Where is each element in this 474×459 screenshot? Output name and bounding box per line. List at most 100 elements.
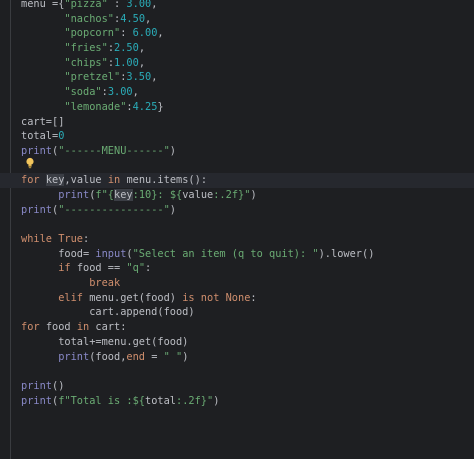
code-line[interactable] [21,364,474,379]
code-token: 3.50 [126,71,152,84]
code-token: input [95,247,127,260]
code-line[interactable]: print(f"{key:10}: ${value:.2f}") [21,188,474,203]
code-line[interactable]: print("------MENU------") [21,144,474,159]
code-line[interactable]: print(food,end = " ") [21,350,474,365]
code-token: for [21,174,46,187]
code-line[interactable]: cart.append(food) [21,305,474,320]
code-token: in [107,174,127,187]
code-line[interactable]: cart=[] [21,115,474,130]
code-token: 2.50 [114,42,139,55]
code-line[interactable] [21,159,474,174]
code-token: : [120,27,133,40]
code-token: food == [76,262,127,275]
code-token: : [83,233,90,245]
code-line[interactable]: print("----------------") [21,203,474,218]
code-token: "soda" [64,86,102,99]
code-token: menu.get(food) [89,291,183,304]
code-line[interactable]: break [21,276,474,291]
code-line[interactable]: "chips":1.00, [21,56,474,71]
code-token: print [21,203,52,216]
code-token: :.2f}" [213,188,251,201]
code-token: food= [21,247,96,260]
code-token: elif [58,291,90,304]
code-line[interactable]: for key,value in menu.items(): [0,173,474,188]
code-token: "pretzel" [64,71,121,84]
code-line[interactable]: "pretzel":3.50, [21,70,474,85]
code-token: if [58,262,77,275]
code-token: 4.50 [120,12,146,25]
code-token: , [151,0,158,10]
code-line[interactable] [21,217,474,232]
code-token: : [107,0,127,10]
gutter-divider [10,0,11,459]
code-token: key [45,174,65,187]
code-token: print [21,394,52,407]
code-token: (food, [89,350,127,363]
code-token: print [58,188,90,201]
code-token: , [151,71,158,84]
code-token: cart=[] [21,115,65,128]
code-token: "----------------" [58,203,170,216]
code-line[interactable]: "fries":2.50, [21,41,474,56]
code-line[interactable]: total=0 [21,129,474,144]
code-token: break [89,277,121,290]
code-token: while [21,233,59,245]
code-token: "popcorn" [64,27,121,40]
code-token: , [138,42,146,55]
code-token: total [145,394,176,407]
code-line[interactable]: print(f"Total is :${total:.2f}") [21,394,474,409]
code-token: value [182,188,214,201]
code-token: ) [213,394,220,407]
code-token: 1.00 [114,56,139,69]
code-token: 3.00 [126,0,152,10]
code-token: "pizza" [64,0,108,10]
code-token: print [21,144,52,157]
code-line[interactable]: print() [21,379,474,394]
code-token: menu ={ [21,0,65,10]
code-line[interactable]: for food in cart: [21,320,474,335]
code-token: "nachos" [64,12,115,25]
code-token: ).lower() [318,247,375,260]
code-token: f"{ [95,188,115,201]
code-token: print [21,379,52,392]
code-line[interactable]: menu ={"pizza" : 3.00, [21,0,474,12]
code-line[interactable]: total+=menu.get(food) [21,335,474,350]
code-token: "Select an item (q to quit): " [132,247,319,260]
code-editor[interactable]: menu ={"pizza" : 3.00, "nachos":4.50, "p… [0,0,474,459]
code-line[interactable]: food= input("Select an item (q to quit):… [21,247,474,262]
code-token: None [225,291,251,304]
code-token: ) [250,188,257,201]
code-token: print [58,350,90,363]
code-area[interactable]: menu ={"pizza" : 3.00, "nachos":4.50, "p… [0,0,474,409]
code-token: , [138,56,146,69]
code-line[interactable]: if food == "q": [21,261,474,276]
code-line[interactable]: "nachos":4.50, [21,12,474,27]
code-line[interactable]: "popcorn": 6.00, [21,26,474,41]
code-token: key [114,188,133,201]
code-token: } [157,100,164,113]
code-token: :.2f}" [176,394,214,407]
intention-bulb-icon[interactable] [25,157,35,169]
code-token: cart: [95,321,127,334]
code-token: "lemonade" [64,100,127,113]
code-token: True [58,233,84,245]
code-token: total+=menu.get(food) [21,335,189,348]
code-token: "------MENU------" [58,144,170,157]
code-token: : [250,291,257,304]
code-token: = [145,350,164,363]
code-line[interactable]: elif menu.get(food) is not None: [21,291,474,306]
code-token: cart.append(food) [21,306,195,319]
code-line[interactable]: while True: [21,232,474,247]
code-line[interactable]: "soda":3.00, [21,85,474,100]
code-line[interactable]: "lemonade":4.25} [21,100,474,115]
code-token: in [76,321,96,334]
code-token: end [126,350,146,363]
